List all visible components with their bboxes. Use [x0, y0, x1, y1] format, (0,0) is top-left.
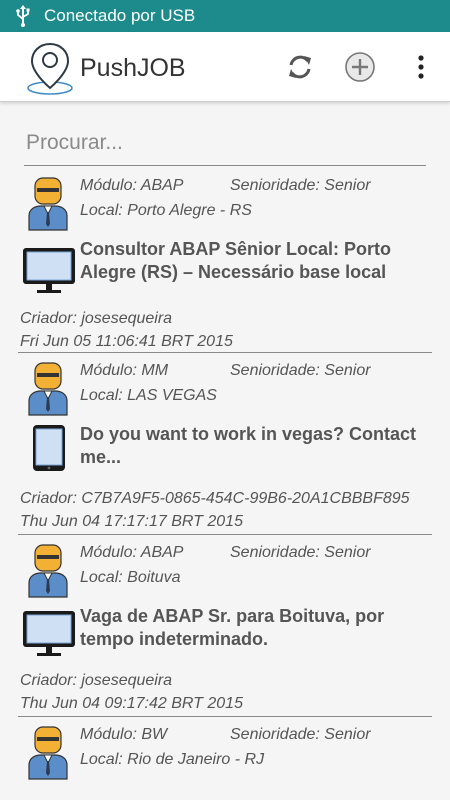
job-date: Fri Jun 05 11:06:41 BRT 2015	[20, 333, 233, 350]
job-description: Do you want to work in vegas? Contact me…	[80, 424, 417, 467]
job-module: Módulo: MM	[80, 362, 169, 379]
location-pin-logo-icon	[27, 42, 73, 95]
job-item[interactable]: Módulo: ABAP Senioridade: Senior Local: …	[18, 168, 432, 353]
job-creator: Criador: C7B7A9F5-0865-454C-99B6-20A1CBB…	[20, 490, 410, 507]
job-date: Thu Jun 04 17:17:17 BRT 2015	[20, 513, 243, 530]
add-circle-icon	[345, 52, 375, 82]
more-vert-icon	[418, 55, 424, 79]
tablet-icon	[33, 425, 65, 471]
usb-icon	[16, 5, 30, 27]
job-seniority: Senioridade: Senior	[230, 362, 371, 379]
job-location: Local: Boituva	[80, 569, 181, 586]
job-creator: Criador: josesequeira	[20, 310, 173, 327]
job-item[interactable]: Módulo: BW Senioridade: Senior Local: Ri…	[18, 717, 432, 797]
job-location: Local: Porto Alegre - RS	[80, 202, 252, 219]
person-avatar-icon	[28, 177, 68, 231]
app-bar: PushJOB	[0, 32, 450, 102]
job-item[interactable]: Módulo: MM Senioridade: Senior Local: LA…	[18, 353, 432, 535]
job-seniority: Senioridade: Senior	[230, 726, 371, 743]
job-location: Local: Rio de Janeiro - RJ	[80, 751, 265, 768]
job-seniority: Senioridade: Senior	[230, 544, 371, 561]
add-job-button[interactable]	[343, 50, 377, 84]
refresh-button[interactable]	[283, 50, 317, 84]
desktop-monitor-icon	[23, 248, 75, 293]
person-avatar-icon	[28, 726, 68, 780]
status-bar: Conectado por USB	[0, 0, 450, 32]
job-module: Módulo: ABAP	[80, 177, 184, 194]
desktop-monitor-icon	[23, 611, 75, 656]
job-list: Módulo: ABAP Senioridade: Senior Local: …	[18, 168, 432, 797]
status-text: Conectado por USB	[44, 6, 196, 25]
job-description: Consultor ABAP Sênior Local: Porto Alegr…	[80, 239, 392, 282]
job-item[interactable]: Módulo: ABAP Senioridade: Senior Local: …	[18, 535, 432, 717]
app-title: PushJOB	[80, 54, 186, 82]
job-module: Módulo: ABAP	[80, 544, 184, 561]
job-seniority: Senioridade: Senior	[230, 177, 371, 194]
job-creator: Criador: josesequeira	[20, 672, 173, 689]
job-date: Thu Jun 04 09:17:42 BRT 2015	[20, 695, 243, 712]
job-description: Vaga de ABAP Sr. para Boituva, por tempo…	[80, 606, 385, 649]
job-location: Local: LAS VEGAS	[80, 387, 217, 404]
refresh-icon	[289, 55, 311, 79]
person-avatar-icon	[28, 544, 68, 598]
person-avatar-icon	[28, 362, 68, 416]
overflow-menu-button[interactable]	[404, 50, 438, 84]
job-module: Módulo: BW	[80, 726, 168, 743]
search-input[interactable]: Procurar...	[24, 128, 426, 166]
